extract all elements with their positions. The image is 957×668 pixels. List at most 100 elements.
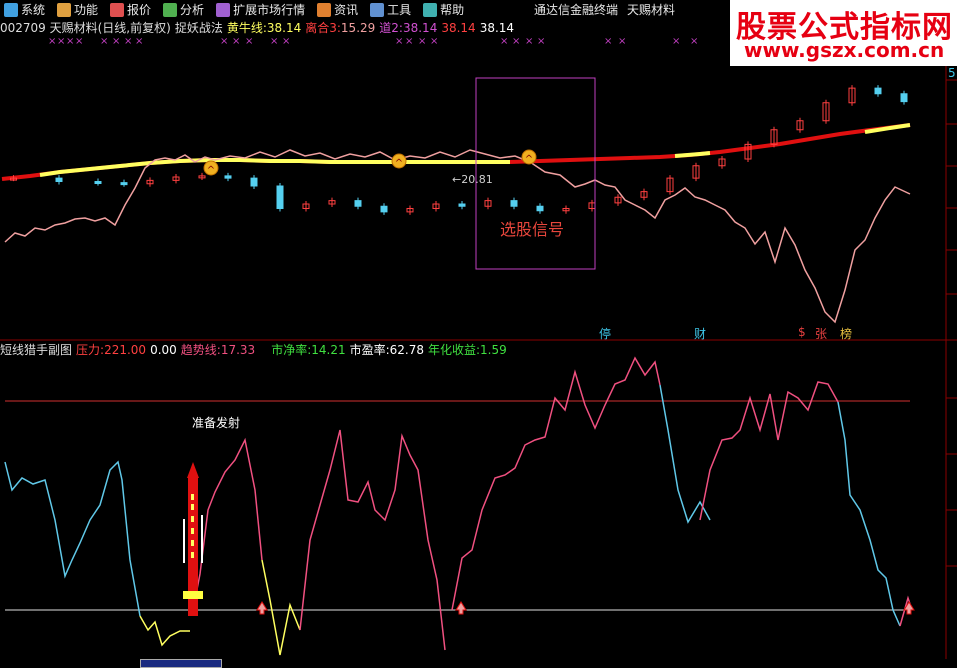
bull-line-label: 黄牛线: [226, 21, 267, 35]
analysis-icon [163, 2, 178, 17]
quote-icon [110, 2, 125, 17]
menu-item-2[interactable]: 报价 [106, 1, 159, 18]
watermark: 股票公式指标网 www.gszx.com.cn [730, 0, 957, 66]
dao-value: 38.14 [402, 20, 438, 35]
candle-body [94, 181, 102, 184]
stock-name-right: 天赐材料 [627, 3, 676, 17]
menu-item-label: 报价 [127, 3, 152, 17]
stock-title: 002709 天赐材料(日线,前复权) [0, 21, 171, 35]
bull-line-yellow-segments [39, 158, 510, 177]
sub-chart-header: 短线猎手副图 压力: 221.00 0.00 趋势线: 17.33 市净率: 1… [0, 341, 511, 358]
x-marker: × [220, 36, 228, 47]
price-candles [10, 85, 908, 215]
oscillator-pink-1 [192, 437, 263, 611]
x-marker: × [405, 36, 413, 47]
help-icon [423, 2, 438, 17]
menu-item-5[interactable]: 资讯 [313, 1, 366, 18]
extended-market-icon [216, 2, 231, 17]
oscillator-yellow-2 [261, 559, 301, 656]
separate-label: 离合3: [305, 21, 341, 35]
x-marker: × [57, 36, 65, 47]
x-marker: × [537, 36, 545, 47]
oscillator-cyan [4, 460, 141, 617]
oscillator-cyan-2 [659, 384, 711, 524]
pe-value: 62.78 [389, 342, 424, 357]
dao-label: 道2: [379, 21, 403, 35]
menu-item-4[interactable]: 扩展市场行情 [212, 1, 313, 18]
tag-board: 榜 [840, 327, 853, 341]
x-marker: × [66, 36, 74, 47]
zero-value: 0.00 [150, 342, 177, 357]
menu-item-7[interactable]: 帮助 [419, 1, 472, 18]
terminal-name: 通达信金融终端 [534, 3, 619, 17]
menu-item-3[interactable]: 分析 [159, 1, 212, 18]
x-marker: × [232, 36, 240, 47]
x-marker: × [690, 36, 698, 47]
svg-text:^: ^ [207, 165, 215, 176]
candle-body [510, 200, 518, 207]
x-marker: × [100, 36, 108, 47]
x-marker: × [430, 36, 438, 47]
candle-body [874, 87, 882, 95]
function-icon [57, 2, 72, 17]
x-marker: × [112, 36, 120, 47]
chart-canvas: ××××××××××××××××××××××××××× ^ ^ ^ [0, 36, 957, 659]
min-price-value: 20.81 [461, 173, 493, 186]
x-marker: × [75, 36, 83, 47]
candle-body [900, 93, 908, 103]
x-marker: × [282, 36, 290, 47]
x-marker: × [512, 36, 520, 47]
yield-label: 年化收益: [428, 343, 481, 357]
trend-value: 17.33 [220, 342, 256, 357]
sub-title: 短线猎手副图 [0, 343, 73, 357]
pb-value: 14.21 [311, 342, 346, 357]
yield-value: 1.59 [480, 342, 507, 357]
candle-body [536, 205, 544, 212]
x-marker: × [245, 36, 253, 47]
x-marker: × [418, 36, 426, 47]
menu-item-1[interactable]: 功能 [53, 1, 106, 18]
menu-item-label: 工具 [387, 3, 412, 17]
candle-body [120, 182, 128, 186]
candle-body [276, 185, 284, 209]
oscillator-pink-2 [299, 429, 446, 651]
date-cursor-box[interactable] [140, 659, 222, 668]
oscillator-pink-3 [451, 356, 661, 611]
indicator-name: 捉妖战法 [174, 21, 223, 35]
x-marker: × [604, 36, 612, 47]
separate-value: 15.29 [340, 20, 376, 35]
menu-item-label: 扩展市场行情 [233, 3, 306, 17]
tag-stop: 停 [599, 327, 612, 341]
x-marker: × [395, 36, 403, 47]
pe-label: 市盈率: [349, 343, 390, 357]
menu-item-6[interactable]: 工具 [366, 1, 419, 18]
pressure-value: 221.00 [104, 342, 147, 357]
right-axis-ticks [946, 79, 957, 567]
fire-rocket-marker [183, 462, 203, 616]
bull-line-yellow-mid [674, 151, 711, 158]
right-axis-partial: 5 [948, 66, 956, 80]
x-marker: × [525, 36, 533, 47]
svg-text:^: ^ [395, 158, 403, 169]
oscillator-yellow-1 [139, 615, 190, 647]
candle-body [224, 175, 232, 179]
candle-body [250, 177, 258, 187]
x-marker: × [135, 36, 143, 47]
menu-item-label: 资讯 [334, 3, 359, 17]
x-marker: × [672, 36, 680, 47]
menu-item-label: 分析 [180, 3, 205, 17]
pressure-label: 压力: [76, 343, 105, 357]
pb-label: 市净率: [271, 343, 312, 357]
signal-box-label: 选股信号 [500, 220, 565, 239]
x-marker: × [270, 36, 278, 47]
menu-item-0[interactable]: 系统 [0, 1, 53, 18]
menu-item-label: 帮助 [440, 3, 465, 17]
main-chart-header: 002709 天赐材料(日线,前复权) 捉妖战法 黄牛线: 38.14 离合3:… [0, 19, 518, 36]
signal-x-markers: ××××××××××××××××××××××××××× [48, 36, 762, 47]
news-icon [317, 2, 332, 17]
watermark-url: www.gszx.com.cn [744, 38, 945, 62]
x-marker: × [618, 36, 626, 47]
fire-label: 准备发射 [192, 416, 241, 430]
tag-dollar: $ [798, 325, 806, 339]
candle-body [458, 203, 466, 207]
